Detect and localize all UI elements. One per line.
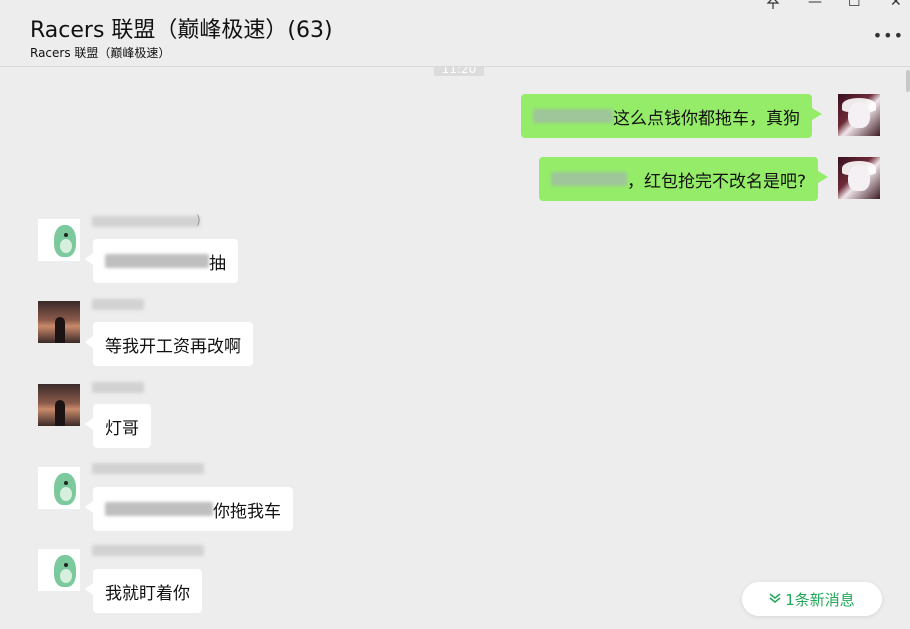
message-text: ，红包抢完不改名是吧?: [627, 171, 807, 192]
new-messages-button[interactable]: 1条新消息: [742, 582, 882, 616]
message-bubble-incoming[interactable]: 等我开工资再改啊: [85, 322, 253, 366]
chevron-down-icon: [769, 592, 781, 606]
redacted-mention: [105, 502, 213, 516]
message-bubble-incoming[interactable]: 抽: [85, 239, 238, 283]
close-button[interactable]: ✕: [890, 0, 902, 10]
message-bubble-incoming[interactable]: 灯哥: [85, 404, 151, 448]
chat-title: Racers 联盟（巅峰极速）(63): [30, 18, 333, 43]
sender-avatar[interactable]: [38, 301, 80, 343]
message-text: 我就盯着你: [105, 583, 190, 604]
chat-subtitle: Racers 联盟（巅峰极速）: [30, 46, 171, 60]
new-messages-label: 1条新消息: [785, 590, 855, 609]
sender-name: [92, 463, 204, 474]
sender-name: [92, 382, 144, 393]
chat-header: Racers 联盟（巅峰极速）(63) Racers 联盟（巅峰极速） — ☐ …: [0, 0, 910, 67]
my-avatar[interactable]: [838, 94, 880, 136]
my-avatar[interactable]: [838, 157, 880, 199]
message-bubble-outgoing[interactable]: ，红包抢完不改名是吧?: [539, 157, 829, 201]
sender-name: [92, 545, 204, 556]
sender-avatar[interactable]: [38, 219, 80, 261]
minimize-button[interactable]: —: [808, 0, 822, 10]
message-text: 等我开工资再改啊: [105, 336, 241, 357]
sender-name-suffix: ): [196, 213, 201, 227]
redacted-mention: [551, 172, 627, 186]
message-text: 这么点钱你都拖车，真狗: [613, 108, 800, 129]
scrollbar-thumb[interactable]: [906, 70, 910, 92]
more-options-button[interactable]: •••: [873, 26, 904, 45]
sender-avatar[interactable]: [38, 467, 80, 509]
sender-name: [92, 216, 200, 227]
sender-avatar[interactable]: [38, 384, 80, 426]
message-bubble-incoming[interactable]: 你拖我车: [85, 487, 293, 531]
message-bubble-incoming[interactable]: 我就盯着你: [85, 569, 202, 613]
message-text: 灯哥: [105, 418, 139, 439]
message-text: 抽: [209, 253, 226, 274]
sender-avatar[interactable]: [38, 549, 80, 591]
sender-name: [92, 299, 144, 310]
pin-icon[interactable]: [766, 0, 780, 14]
message-text: 你拖我车: [213, 501, 281, 522]
redacted-mention: [105, 254, 209, 268]
maximize-button[interactable]: ☐: [848, 0, 861, 10]
message-bubble-outgoing[interactable]: 这么点钱你都拖车，真狗: [521, 94, 822, 138]
redacted-mention: [533, 109, 613, 123]
